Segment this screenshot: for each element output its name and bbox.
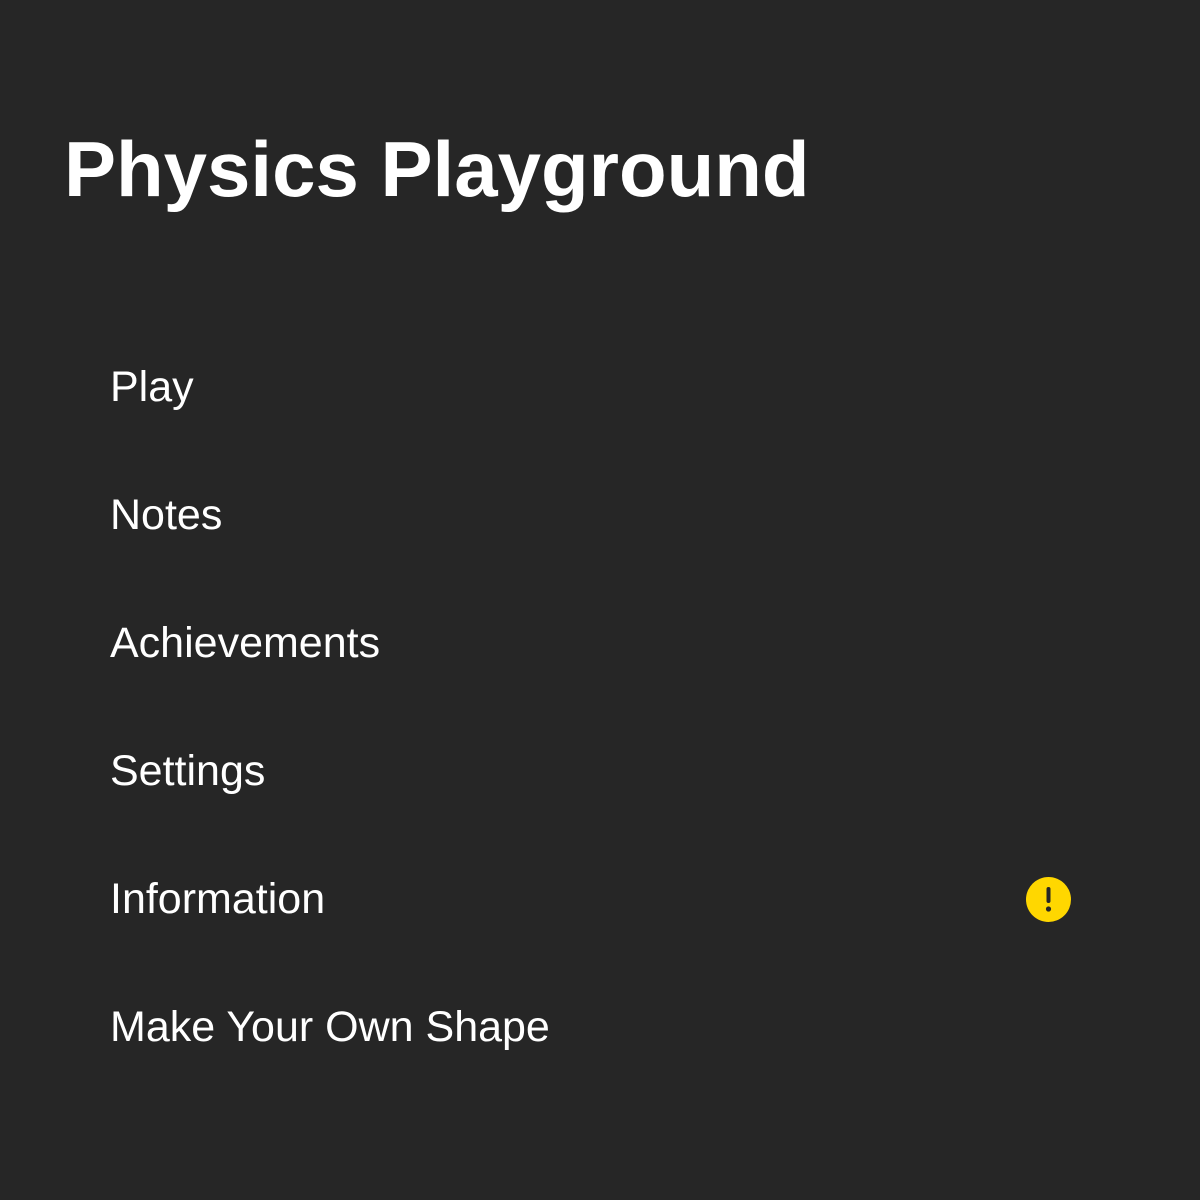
menu-item-settings[interactable]: Settings xyxy=(0,706,1200,834)
menu-item-label: Make Your Own Shape xyxy=(110,1003,550,1051)
menu-item-achievements[interactable]: Achievements xyxy=(0,578,1200,706)
menu-item-label: Achievements xyxy=(110,619,381,667)
menu-item-label: Information xyxy=(110,875,326,923)
main-menu-screen: Physics Playground Play Notes Achievemen… xyxy=(0,0,1200,1200)
menu-item-notes[interactable]: Notes xyxy=(0,450,1200,578)
exclamation-circle-icon xyxy=(1026,877,1071,922)
menu-item-information[interactable]: Information xyxy=(0,834,1200,962)
menu-item-label: Play xyxy=(110,363,194,411)
menu-item-label: Settings xyxy=(110,747,266,795)
menu-item-play[interactable]: Play xyxy=(0,322,1200,450)
app-title: Physics Playground xyxy=(64,125,810,213)
menu-item-label: Notes xyxy=(110,491,223,539)
menu-item-make-your-own-shape[interactable]: Make Your Own Shape xyxy=(0,962,1200,1090)
main-menu: Play Notes Achievements Settings Informa… xyxy=(0,322,1200,1090)
